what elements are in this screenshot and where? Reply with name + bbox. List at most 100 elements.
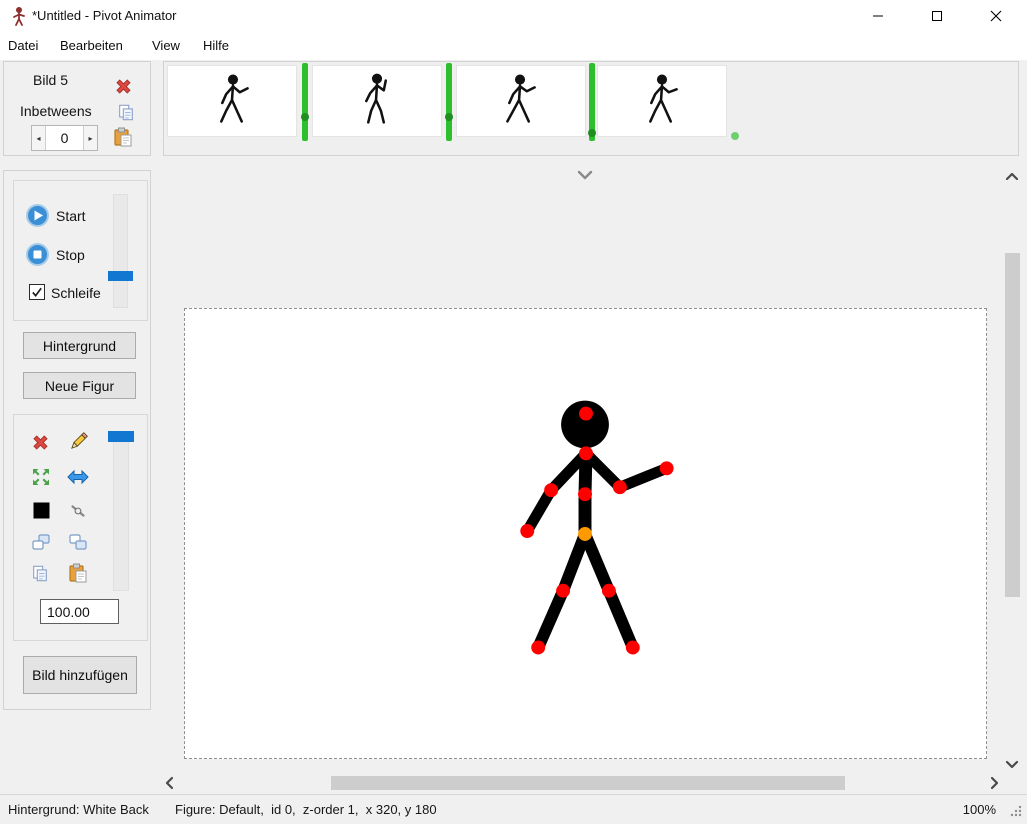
timeline-separator-1[interactable] [302, 63, 308, 141]
menu-bearbeiten[interactable]: Bearbeiten [58, 32, 125, 60]
black-swatch-icon [33, 502, 50, 519]
inbetweens-spinner: ◂ 0 ▸ [31, 125, 98, 151]
window-title: *Untitled - Pivot Animator [32, 0, 177, 32]
add-frame-button[interactable]: Bild hinzufügen [23, 656, 137, 694]
start-label[interactable]: Start [56, 208, 86, 224]
joint-left-knee[interactable] [556, 584, 570, 598]
minimize-button[interactable] [855, 0, 901, 32]
menu-datei[interactable]: Datei [6, 32, 40, 60]
pencil-icon [68, 431, 89, 452]
joint-hip-origin[interactable] [578, 527, 592, 541]
close-icon [990, 10, 1002, 22]
copy-frame-button[interactable] [117, 103, 135, 122]
vertical-scrollbar-thumb[interactable] [1005, 253, 1020, 597]
raise-layer-button[interactable] [31, 534, 51, 552]
frame-panel: Bild 5 Inbetweens ◂ 0 ▸ [3, 61, 151, 156]
horizontal-scrollbar-thumb[interactable] [331, 776, 845, 790]
separator-knob[interactable] [588, 129, 596, 137]
copy-figure-button[interactable] [31, 564, 49, 583]
stop-button[interactable] [26, 243, 49, 266]
scale-slider-thumb[interactable] [108, 431, 134, 442]
lower-layer-button[interactable] [68, 534, 88, 552]
maximize-button[interactable] [914, 0, 960, 32]
joint-head-top[interactable] [579, 407, 593, 421]
spinner-decrement-button[interactable]: ◂ [32, 126, 45, 150]
timeline-frame-2[interactable] [312, 65, 442, 137]
timeline [163, 61, 1019, 156]
status-figure-info: Figure: Default, id 0, z-order 1, x 320,… [175, 802, 437, 817]
spinner-increment-button[interactable]: ▸ [84, 126, 97, 150]
frame-1-stickman [168, 66, 296, 136]
playback-panel: Start Stop Schleife [13, 180, 148, 321]
joint-left-elbow[interactable] [544, 483, 558, 497]
check-icon [31, 286, 43, 298]
loop-checkbox[interactable] [29, 284, 45, 300]
inbetweens-value[interactable]: 0 [45, 126, 84, 150]
sidebar: Start Stop Schleife Hintergrund [3, 170, 151, 710]
play-circle-icon [26, 204, 49, 227]
joint-right-knee[interactable] [602, 584, 616, 598]
red-x-icon [31, 433, 50, 452]
joint-neck[interactable] [579, 446, 593, 460]
menu-view[interactable]: View [150, 32, 182, 60]
joint-segment-icon [69, 502, 87, 520]
chevron-up-icon [1005, 172, 1019, 181]
blue-flip-arrow-icon [67, 469, 89, 485]
joint-left-foot[interactable] [531, 641, 545, 655]
status-background-info: Hintergrund: White Back [8, 802, 149, 817]
speed-slider-track[interactable] [113, 194, 128, 308]
figure-right-arm [586, 453, 667, 487]
raise-layer-icon [31, 534, 51, 552]
close-button[interactable] [973, 0, 1019, 32]
timeline-end-marker[interactable] [731, 132, 739, 140]
scroll-right-button[interactable] [990, 776, 999, 790]
edit-figure-button[interactable] [68, 431, 89, 452]
pivot-animator-window: *Untitled - Pivot Animator Datei Bearbei… [0, 0, 1027, 824]
flip-figure-button[interactable] [67, 469, 89, 485]
timeline-frame-4[interactable] [597, 65, 727, 137]
timeline-frame-1[interactable] [167, 65, 297, 137]
paste-figure-button[interactable] [68, 563, 88, 583]
joint-right-elbow[interactable] [613, 480, 627, 494]
animation-canvas[interactable] [184, 308, 987, 759]
paste-frame-button[interactable] [113, 127, 133, 147]
scale-value-field[interactable]: 100.00 [40, 599, 119, 624]
speed-slider-thumb[interactable] [108, 271, 133, 281]
separator-knob[interactable] [445, 113, 453, 121]
stop-label[interactable]: Stop [56, 247, 85, 263]
scroll-down-button[interactable] [1005, 760, 1019, 769]
separator-knob[interactable] [301, 113, 309, 121]
joint-left-hand[interactable] [520, 524, 534, 538]
scroll-up-button[interactable] [1005, 172, 1019, 181]
joint-chest[interactable] [578, 487, 592, 501]
clipboard-paste-icon [68, 563, 88, 583]
joint-right-foot[interactable] [626, 641, 640, 655]
figure-color-button[interactable] [33, 502, 50, 519]
frame-4-stickman [598, 66, 726, 136]
segment-tool-button[interactable] [69, 502, 87, 520]
joint-right-hand[interactable] [660, 461, 674, 475]
timeline-frame-3[interactable] [456, 65, 586, 137]
timeline-collapse-button[interactable] [577, 170, 593, 180]
delete-figure-button[interactable] [31, 433, 50, 452]
chevron-left-icon [165, 776, 174, 790]
menu-hilfe[interactable]: Hilfe [201, 32, 231, 60]
scroll-left-button[interactable] [165, 776, 174, 790]
center-figure-button[interactable] [32, 468, 50, 486]
chevron-down-icon [577, 170, 593, 180]
resize-grip-icon[interactable] [1009, 804, 1022, 817]
clipboard-paste-icon [113, 127, 133, 147]
scale-slider-track[interactable] [113, 433, 129, 591]
background-button[interactable]: Hintergrund [23, 332, 136, 359]
loop-label[interactable]: Schleife [51, 285, 101, 301]
minimize-icon [872, 10, 884, 22]
timeline-separator-3[interactable] [589, 63, 595, 141]
start-button[interactable] [26, 204, 49, 227]
delete-frame-button[interactable] [114, 77, 133, 96]
stick-figure[interactable] [185, 309, 986, 758]
green-center-arrows-icon [32, 468, 50, 486]
new-figure-button[interactable]: Neue Figur [23, 372, 136, 399]
copy-pages-icon [117, 103, 135, 122]
inbetweens-label: Inbetweens [20, 103, 92, 119]
timeline-separator-2[interactable] [446, 63, 452, 141]
